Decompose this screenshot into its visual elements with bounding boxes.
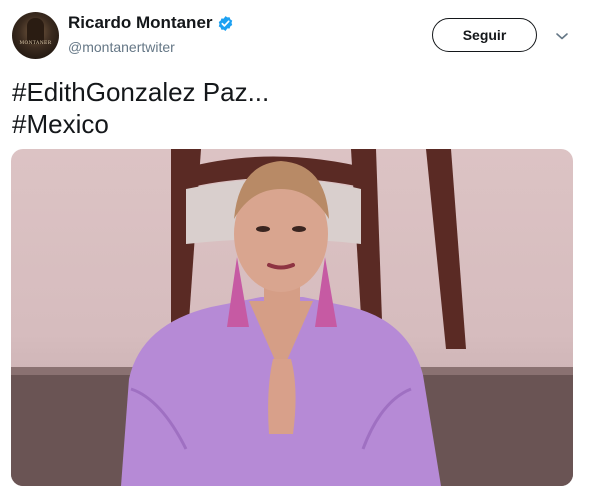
tweet-photo[interactable] [11, 149, 573, 486]
avatar-wordmark: MONTANER [19, 41, 52, 46]
tweet-text: #EdithGonzalez Paz... #Mexico [12, 76, 269, 140]
tweet-text-line-2[interactable]: #Mexico [12, 108, 269, 140]
tweet-card: MONTANER Ricardo Montaner @montanertwite… [0, 0, 589, 495]
author-name-row: Ricardo Montaner [68, 13, 234, 33]
chevron-down-icon[interactable] [555, 31, 569, 41]
verified-badge-icon [218, 15, 232, 31]
avatar[interactable]: MONTANER [12, 12, 59, 59]
author-handle[interactable]: @montanertwiter [68, 39, 175, 55]
photo-illustration [11, 149, 573, 486]
eye-left [256, 226, 270, 232]
author-display-name[interactable]: Ricardo Montaner [68, 13, 213, 33]
follow-button[interactable]: Seguir [432, 18, 537, 52]
tweet-text-line-1[interactable]: #EdithGonzalez Paz... [12, 76, 269, 108]
eye-right [292, 226, 306, 232]
praying-hands [268, 359, 296, 434]
chair-leg-far [426, 149, 466, 349]
